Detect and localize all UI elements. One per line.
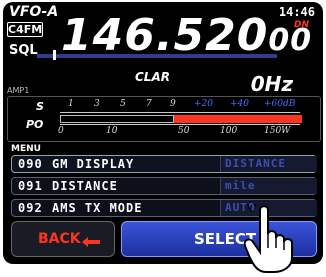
po-tick: 0 [58, 126, 64, 136]
clar-value: 0Hz [250, 72, 293, 96]
frequency-main: 146.520 [61, 10, 269, 61]
frequency-display: 146.52000 [61, 12, 312, 65]
meter-bar-red [174, 115, 302, 123]
menu-row-090[interactable]: 090 GM DISPLAY DISTANCE [11, 155, 317, 173]
po-label: PO [26, 118, 44, 131]
sql-label: SQL [9, 43, 38, 58]
menu-item-number: 090 [18, 157, 43, 171]
po-tick: 50 [178, 126, 190, 136]
clar-label: CLAR [135, 70, 170, 84]
menu-row-091[interactable]: 091 DISTANCE mile [11, 177, 317, 195]
po-tick: 100 [220, 126, 238, 136]
s-tick: +20 [194, 99, 213, 109]
s-tick: 7 [146, 99, 152, 109]
back-button[interactable]: BACK [11, 221, 115, 257]
s-tick: 1 [68, 99, 74, 109]
menu-item-name: AMS TX MODE [52, 201, 143, 215]
s-label: S [36, 100, 44, 113]
menu-item-value: DISTANCE [225, 157, 286, 170]
menu-item-value-box: mile [220, 178, 317, 194]
s-tick: 3 [94, 99, 100, 109]
s-tick: 9 [170, 99, 176, 109]
pointing-hand-icon [244, 204, 293, 273]
po-tick: 150W [264, 126, 291, 136]
po-scale [60, 124, 300, 125]
s-scale [60, 112, 300, 113]
menu-header: MENU [11, 144, 41, 154]
vfo-label: VFO-A [9, 4, 59, 20]
amp-label: AMP1 [7, 86, 30, 95]
s-tick: 5 [120, 99, 126, 109]
menu-item-number: 092 [18, 201, 43, 215]
back-arrow-icon [82, 237, 100, 247]
dn-indicator: DN [293, 20, 309, 30]
s-tick: +60dB [264, 99, 296, 109]
s-tick: +40 [230, 99, 249, 109]
meter-bar-white [60, 115, 174, 123]
po-tick: 10 [106, 126, 118, 136]
sql-marker [53, 50, 56, 60]
menu-item-name: GM DISPLAY [52, 157, 135, 171]
menu-item-value: mile [225, 179, 256, 192]
meter-panel: S PO 1 3 5 7 9 +20 +40 +60dB 0 10 50 100… [7, 96, 321, 142]
menu-item-value-box: DISTANCE [220, 156, 317, 172]
menu-item-number: 091 [18, 179, 43, 193]
menu-item-name: DISTANCE [52, 179, 118, 193]
mode-badge: C4FM [7, 22, 43, 37]
back-button-label: BACK [38, 231, 81, 247]
